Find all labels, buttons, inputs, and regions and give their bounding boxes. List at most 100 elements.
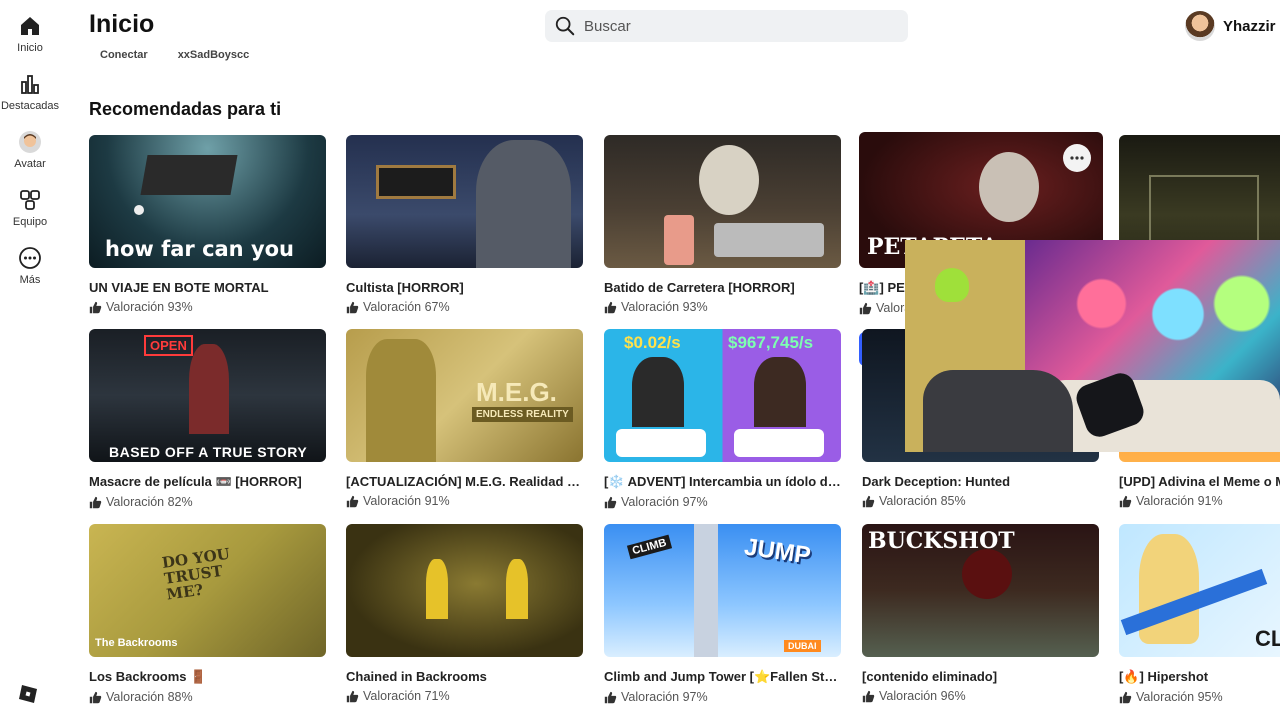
chained-figure-shape <box>506 559 528 619</box>
rating-text: Valoración 96% <box>879 689 966 703</box>
rating-text: Valoración 82% <box>106 495 193 509</box>
idol-figure-shape <box>632 357 684 427</box>
game-title: Cultista [HORROR] <box>346 280 464 295</box>
game-thumbnail[interactable] <box>346 524 583 657</box>
game-card[interactable]: CL [🔥] Hipershot Valoración 95% <box>1119 524 1280 704</box>
game-thumbnail[interactable]: CL <box>1119 524 1280 657</box>
charts-icon <box>21 75 39 94</box>
thumbs-up-icon <box>604 496 617 508</box>
game-thumbnail[interactable]: $0.02/s $967,745/s <box>604 329 841 462</box>
sidebar-item-mas[interactable]: Más <box>0 246 60 286</box>
game-rating: Valoración 93% <box>604 300 841 314</box>
game-card[interactable]: Chained in Backrooms Valoración 71% <box>346 524 583 703</box>
rating-text: Valoración 91% <box>363 494 450 508</box>
thumbnail-subcaption: $967,745/s <box>728 333 814 352</box>
game-thumbnail[interactable]: BUCKSHOT <box>862 524 1099 657</box>
game-card[interactable]: Cultista [HORROR] Valoración 67% <box>346 135 583 314</box>
more-icon <box>19 247 41 269</box>
game-card[interactable]: OPEN BASED OFF A TRUE STORY Masacre de p… <box>89 329 326 509</box>
rating-text: Valoración 85% <box>879 494 966 508</box>
smiling-creature-shape <box>699 145 759 215</box>
game-rating: Valoración 67% <box>346 300 583 314</box>
game-thumbnail[interactable]: CLIMB JUMP DUBAI <box>604 524 841 657</box>
game-rating: Valoración 97% <box>604 690 841 704</box>
thumbnail-caption: JUMP <box>742 533 813 570</box>
game-rating: Valoración 91% <box>346 494 583 508</box>
thumbnail-subcaption: CLIMB <box>626 534 672 560</box>
button-pad-shape <box>734 429 824 457</box>
ellipsis-icon <box>1070 156 1084 160</box>
page-title: Inicio <box>89 10 155 38</box>
game-card[interactable]: Batido de Carretera [HORROR] Valoración … <box>604 135 841 314</box>
user-profile[interactable]: Yhazzir <box>1185 11 1276 41</box>
thumbnail-caption: M.E.G. <box>476 377 557 407</box>
team-icon <box>20 190 40 210</box>
cultist-shape <box>476 140 571 268</box>
button-pad-shape <box>616 429 706 457</box>
game-title: Dark Deception: Hunted <box>862 474 1011 489</box>
sidebar-item-label: Más <box>19 274 41 286</box>
sidebar-item-destacadas[interactable]: Destacadas <box>0 72 60 112</box>
thumbnail-caption: The Backrooms <box>95 637 178 649</box>
game-card[interactable]: BUCKSHOT [contenido eliminado] Valoració… <box>862 524 1099 703</box>
game-thumbnail[interactable]: M.E.G. ENDLESS REALITY <box>346 329 583 462</box>
thumbnail-caption: $0.02/s <box>624 333 681 352</box>
wall-graffiti-text: DO YOU TRUST ME? <box>160 544 231 604</box>
game-title: Batido de Carretera [HORROR] <box>604 280 795 295</box>
username: Yhazzir <box>1223 17 1276 35</box>
thumbs-up-icon <box>346 301 359 313</box>
game-title: Chained in Backrooms <box>346 669 487 684</box>
rating-text: Valoración 67% <box>363 300 450 314</box>
search-input[interactable] <box>584 17 884 35</box>
rating-text: Valoración 91% <box>1136 494 1223 508</box>
game-rating: Valoración 96% <box>862 689 1099 703</box>
game-thumbnail[interactable]: how far can you go <box>89 135 326 268</box>
sidebar-item-label: Avatar <box>14 158 46 170</box>
thumbnail-tag: DUBAI <box>784 640 821 652</box>
watchtower-shape <box>376 165 456 199</box>
rating-text: Valoración 97% <box>621 495 708 509</box>
thumbnail-caption: how far can you go <box>105 237 295 268</box>
thumbs-up-icon <box>89 301 102 313</box>
game-title: Climb and Jump Tower [⭐Fallen Star... <box>604 669 841 684</box>
game-card[interactable]: CLIMB JUMP DUBAI Climb and Jump Tower [⭐… <box>604 524 841 704</box>
idol-figure-shape <box>754 357 806 427</box>
tab-username[interactable]: xxSadBoyscc <box>178 49 250 61</box>
thumbnail-caption: CL <box>1255 626 1280 651</box>
game-thumbnail[interactable]: DO YOU TRUST ME? The Backrooms <box>89 524 326 657</box>
game-title: [ACTUALIZACIÓN] M.E.G. Realidad In... <box>346 474 583 489</box>
game-thumbnail[interactable] <box>346 135 583 268</box>
rating-text: Valoración 97% <box>621 690 708 704</box>
search-bar[interactable] <box>545 10 908 42</box>
tab-conectar[interactable]: Conectar <box>100 49 148 61</box>
game-title: [UPD] Adivina el Meme o M <box>1119 474 1280 489</box>
sidebar-item-inicio[interactable]: Inicio <box>0 14 60 54</box>
game-card[interactable]: M.E.G. ENDLESS REALITY [ACTUALIZACIÓN] M… <box>346 329 583 508</box>
avatar-icon <box>19 131 41 153</box>
thumbs-up-icon <box>346 495 359 507</box>
avatar[interactable] <box>1185 11 1215 41</box>
creature-face-shape <box>962 549 1012 599</box>
gate-shape <box>1149 175 1259 245</box>
sidebar-item-equipo[interactable]: Equipo <box>0 188 60 228</box>
game-title: UN VIAJE EN BOTE MORTAL <box>89 280 269 295</box>
thumbnail-caption: BASED OFF A TRUE STORY <box>109 444 308 460</box>
more-options-button[interactable] <box>1063 144 1091 172</box>
sidebar-item-avatar[interactable]: Avatar <box>0 130 60 170</box>
game-title: [contenido eliminado] <box>862 669 998 684</box>
roblox-logo-icon[interactable] <box>18 684 38 704</box>
thumbs-up-icon <box>859 302 872 314</box>
food-tray-shape <box>714 223 824 257</box>
clown-shape <box>189 344 229 434</box>
thumbs-up-icon <box>1119 495 1132 507</box>
game-title: Los Backrooms 🚪 <box>89 669 207 684</box>
game-card[interactable]: $0.02/s $967,745/s [❄️ ADVENT] Intercamb… <box>604 329 841 509</box>
game-rating: Valoración 91% <box>1119 494 1280 508</box>
boat-shape <box>140 155 238 195</box>
game-rating: Valoración 82% <box>89 495 326 509</box>
open-sign: OPEN <box>144 335 193 356</box>
game-card[interactable]: how far can you go UN VIAJE EN BOTE MORT… <box>89 135 326 314</box>
game-card[interactable]: DO YOU TRUST ME? The Backrooms Los Backr… <box>89 524 326 704</box>
game-thumbnail[interactable] <box>604 135 841 268</box>
game-thumbnail[interactable]: OPEN BASED OFF A TRUE STORY <box>89 329 326 462</box>
